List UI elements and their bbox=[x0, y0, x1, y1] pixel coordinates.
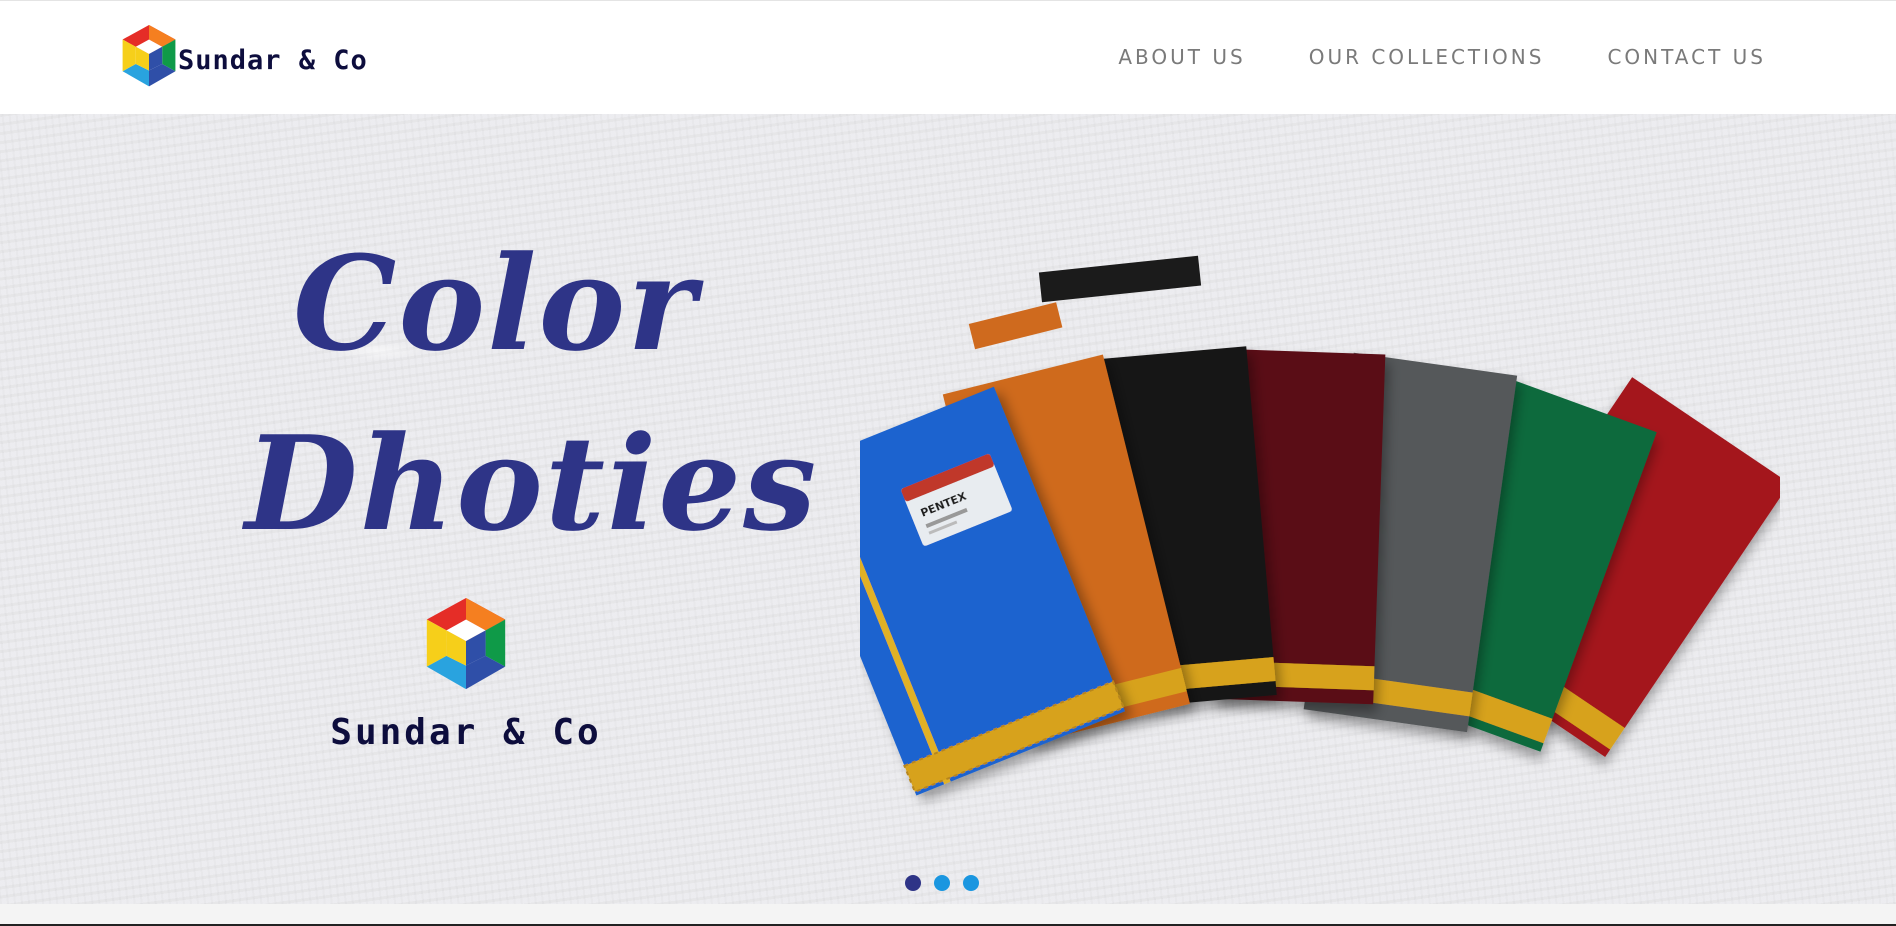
carousel-dot-2[interactable] bbox=[934, 875, 950, 891]
hexagon-cube-logo-icon bbox=[426, 598, 506, 690]
main-nav: ABOUT US OUR COLLECTIONS CONTACT US bbox=[1118, 45, 1766, 69]
site-header: Sundar & Co ABOUT US OUR COLLECTIONS CON… bbox=[0, 0, 1896, 114]
nav-contact-us[interactable]: CONTACT US bbox=[1607, 45, 1766, 69]
brand-name: Sundar & Co bbox=[178, 44, 368, 76]
carousel-dots bbox=[0, 875, 1896, 891]
below-fold-strip bbox=[0, 904, 1896, 926]
carousel-dot-1[interactable] bbox=[905, 875, 921, 891]
hero-title: Color Dhoties bbox=[245, 214, 819, 574]
hero-title-line2: Dhoties bbox=[245, 407, 819, 560]
fanned-color-dhoties-image: PENTEX bbox=[860, 255, 1780, 796]
hero-slider: Color Dhoties Sundar & Co PENTEX bbox=[0, 114, 1896, 904]
carousel-dot-3[interactable] bbox=[963, 875, 979, 891]
hero-title-line1: Color bbox=[293, 227, 698, 380]
brand-logo-link[interactable]: Sundar & Co bbox=[116, 21, 368, 95]
hexagon-cube-logo-icon bbox=[122, 25, 176, 87]
hero-brand-logo: Sundar & Co bbox=[266, 592, 666, 753]
nav-our-collections[interactable]: OUR COLLECTIONS bbox=[1309, 45, 1545, 69]
nav-about-us[interactable]: ABOUT US bbox=[1118, 45, 1245, 69]
hero-brand-name: Sundar & Co bbox=[330, 712, 602, 753]
